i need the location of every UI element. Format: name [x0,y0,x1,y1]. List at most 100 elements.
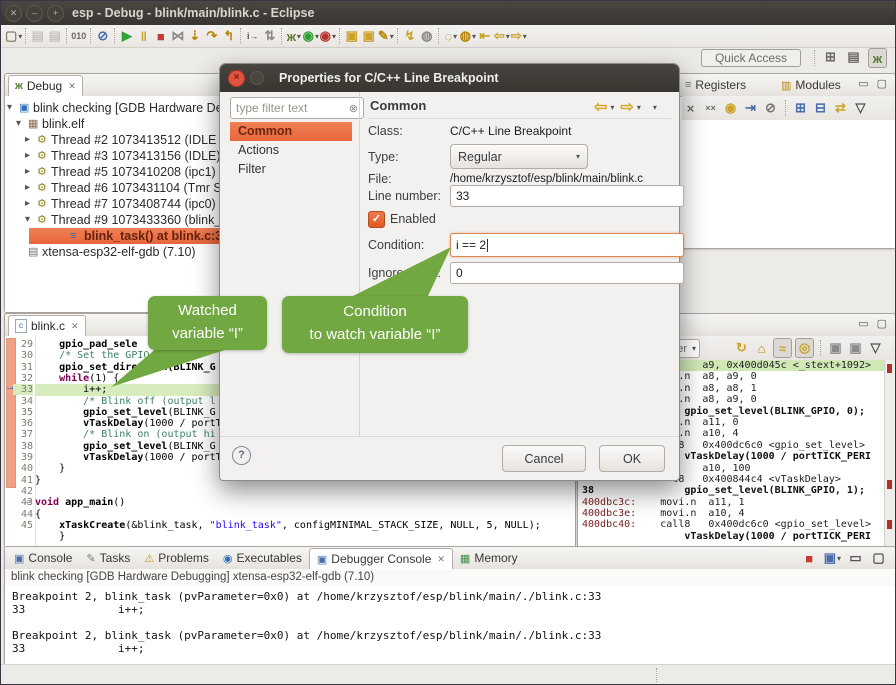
back-icon[interactable]: ⇦▾ [493,27,510,45]
close-icon[interactable]: ✕ [437,554,445,565]
debug-perspective-icon[interactable]: ж [868,48,887,68]
step-into-icon[interactable]: ⇣ [186,27,203,45]
cpp-perspective-icon[interactable]: ▤ [845,48,862,66]
console-output[interactable]: Breakpoint 2, blink_task (pvParameter=0x… [5,586,895,665]
enabled-checkbox[interactable]: ✓ [368,211,385,228]
tree-expand-icon[interactable]: ▾ [7,100,12,116]
tree-expand-icon[interactable]: ▸ [25,164,30,180]
chevron-down-icon[interactable]: ▾ [453,32,457,41]
window-titlebar[interactable]: ✕ – + esp - Debug - blink/main/blink.c -… [1,1,895,26]
toggle-mark-icon[interactable]: ◍ [418,27,435,45]
skip-all-breakpoints-icon[interactable]: ⊘ [94,27,111,45]
link-with-debug-icon[interactable]: ⇄ [832,99,849,117]
maximize-icon[interactable]: ▢ [877,77,887,90]
new-disassembly-view-icon[interactable]: ▣ [827,339,844,357]
chevron-down-icon[interactable]: ▾ [506,32,510,41]
debug-icon[interactable]: ж▾ [285,27,302,45]
step-return-icon[interactable]: ↰ [220,27,237,45]
import-folder-icon[interactable]: ▣ [360,27,377,45]
maximize-icon[interactable]: ▢ [877,317,887,330]
binary-file-icon[interactable]: 010 [70,27,87,45]
back-icon[interactable]: ⇦ [594,97,607,117]
new-wizard-icon[interactable]: ▢▾ [5,27,22,45]
quick-access-box[interactable]: Quick Access [701,49,801,67]
display-selected-console-icon[interactable]: ▣▾ [824,549,841,567]
chevron-down-icon[interactable]: ▾ [523,32,527,41]
fold-icon[interactable]: ⊖ [26,497,33,508]
external-tools-icon[interactable]: ◉▾ [319,27,336,45]
chevron-down-icon[interactable]: ▾ [637,103,641,112]
tab-tasks[interactable]: ✎Tasks [79,548,137,568]
disassembly-line[interactable]: 400dbc3e: movi.n a10, 4 [578,508,885,519]
tab-console[interactable]: ▣Console [7,548,79,568]
collapse-all-icon[interactable]: ⊟ [812,99,829,117]
chevron-down-icon[interactable]: ▾ [390,32,394,41]
dialog-nav-common[interactable]: Common [230,122,352,141]
code-line[interactable]: { [35,509,575,521]
refresh-icon[interactable]: ↻ [733,339,750,357]
skip-breakpoint-icon[interactable]: ⊘ [762,99,779,117]
tab-debug[interactable]: ж Debug ✕ [8,75,83,96]
tab-modules[interactable]: ▥ Modules [774,75,848,95]
chevron-down-icon[interactable]: ▾ [18,32,22,41]
tree-expand-icon[interactable]: ▸ [25,196,30,212]
bulb-alt-icon[interactable]: ◍▾ [459,27,476,45]
tree-expand-icon[interactable]: ▸ [25,132,30,148]
tab-memory[interactable]: ▦Memory [453,548,525,568]
show-source-icon[interactable]: ≈ [773,338,792,358]
ignore-count-field[interactable]: 0 [450,262,684,284]
run-icon[interactable]: ◉▾ [302,27,319,45]
chevron-down-icon[interactable]: ▾ [297,32,301,41]
close-icon[interactable]: ✕ [71,321,79,332]
cancel-button[interactable]: Cancel [502,445,586,472]
tab-blink-c[interactable]: c blink.c ✕ [8,315,86,336]
tree-expand-icon[interactable]: ▸ [25,148,30,164]
view-menu-icon[interactable]: ▾ [653,103,657,112]
chevron-down-icon[interactable]: ▾ [332,32,336,41]
forward-icon[interactable]: ⇨▾ [510,27,527,45]
overview-ruler[interactable] [884,360,895,547]
dialog-titlebar[interactable]: × Properties for C/C++ Line Breakpoint [220,64,679,92]
flash-icon[interactable]: ↯ [401,27,418,45]
step-over-icon[interactable]: ↷ [203,27,220,45]
last-edit-location-icon[interactable]: ⇤ [476,27,493,45]
tree-expand-icon[interactable]: ▸ [25,180,30,196]
condition-field[interactable]: i == 2 [450,233,684,257]
window-close-icon[interactable]: ✕ [5,5,22,22]
minimize-icon[interactable]: ▭ [847,549,864,567]
disassembly-line[interactable]: 38 gpio_set_level(BLINK_GPIO, 1); [578,485,885,496]
remove-breakpoint-icon[interactable]: × [682,99,699,117]
disassembly-line[interactable]: 400dbc3c: movi.n a11, 1 [578,497,885,508]
chevron-down-icon[interactable]: ▾ [692,344,696,353]
dialog-nav-actions[interactable]: Actions [230,141,352,160]
clear-filter-icon[interactable]: ⊗ [349,102,358,115]
minimize-icon[interactable]: ▭ [858,77,868,90]
resume-icon[interactable]: ▶ [118,27,135,45]
code-line[interactable]: void app_main() [35,497,575,509]
disassembly-line[interactable]: 400dbc40: call8 0x400dc6c0 <gpio_set_lev… [578,519,885,530]
track-expression-icon[interactable]: ◎ [795,338,814,358]
code-line[interactable]: } [35,531,575,543]
tree-expand-icon[interactable]: ▾ [16,116,21,132]
tab-registers[interactable]: ≡ Registers [678,75,753,95]
tree-expand-icon[interactable]: ▾ [25,212,30,228]
chevron-down-icon[interactable]: ▾ [610,103,614,112]
dialog-filter-input[interactable]: type filter text ⊗ [230,97,364,119]
dialog-close-icon[interactable]: × [228,70,245,87]
disconnect-icon[interactable]: ⋈ [169,27,186,45]
close-icon[interactable]: ✕ [68,81,76,92]
window-maximize-icon[interactable]: + [47,5,64,22]
open-folder-icon[interactable]: ▣ [343,27,360,45]
terminate-console-icon[interactable]: ■ [801,549,818,567]
expand-all-icon[interactable]: ⊞ [792,99,809,117]
show-breakpoints-for-selected-icon[interactable]: ◉ [722,99,739,117]
dialog-maximize-icon[interactable] [250,71,264,85]
line-number-field[interactable]: 33 [450,185,684,207]
home-icon[interactable]: ⌂ [753,339,770,357]
ok-button[interactable]: OK [599,445,665,472]
remove-all-breakpoints-icon[interactable]: ×× [702,99,719,117]
suspend-icon[interactable]: ‖ [135,27,152,45]
bulb-icon[interactable]: ◌▾ [442,27,459,45]
type-combo[interactable]: Regular ▾ [450,144,588,169]
minimize-icon[interactable]: ▭ [858,317,868,330]
